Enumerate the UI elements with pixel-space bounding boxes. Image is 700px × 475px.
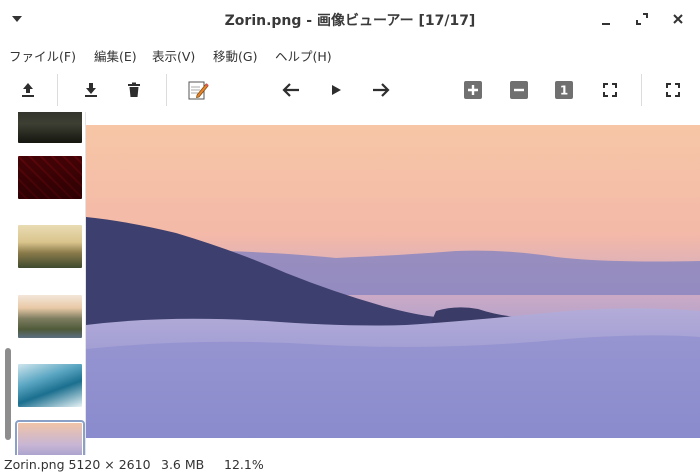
toolbar-separator	[57, 74, 58, 106]
download-icon	[85, 83, 97, 97]
thumbnail-strip[interactable]	[0, 112, 86, 455]
arrow-right-icon	[373, 83, 390, 97]
slideshow-button[interactable]	[324, 78, 348, 102]
fullscreen-button[interactable]	[661, 78, 685, 102]
status-filename-dims: Zorin.png 5120 × 2610	[4, 457, 151, 472]
edit-button[interactable]	[186, 78, 210, 102]
fit-icon	[603, 83, 617, 97]
thumbnail-dark-landscape[interactable]	[18, 112, 82, 143]
image-view[interactable]	[86, 125, 700, 438]
close-icon[interactable]	[670, 11, 686, 27]
zoom-in-icon	[464, 81, 482, 99]
zoom-in-button[interactable]	[461, 78, 485, 102]
toolbar: 1	[0, 68, 700, 112]
thumbnail-red-pattern[interactable]	[18, 156, 82, 199]
menu-go[interactable]: 移動(G)	[213, 46, 257, 65]
zoom-out-button[interactable]	[507, 78, 531, 102]
thumbnail-ocean-wave[interactable]	[18, 364, 82, 407]
play-icon	[332, 85, 341, 95]
zorin-image	[86, 125, 700, 438]
thumbnail-golden-hills[interactable]	[18, 225, 82, 268]
thumbnail-scrollbar[interactable]	[5, 348, 11, 440]
minimize-icon[interactable]	[598, 11, 614, 27]
thumbnail-coast-cliffs[interactable]	[18, 295, 82, 338]
previous-button[interactable]	[279, 78, 303, 102]
zoom-1-icon: 1	[555, 81, 573, 99]
menu-view[interactable]: 表示(V)	[152, 46, 195, 65]
zoom-out-icon	[510, 81, 528, 99]
status-bar: Zorin.png 5120 × 2610 3.6 MB 12.1%	[0, 455, 700, 475]
upload-icon	[22, 83, 34, 97]
zoom-1-button[interactable]: 1	[552, 78, 576, 102]
download-button[interactable]	[79, 78, 103, 102]
delete-button[interactable]	[122, 78, 146, 102]
toolbar-separator	[641, 74, 642, 106]
title-bar: Zorin.png - 画像ビューアー [17/17]	[0, 0, 700, 38]
trash-icon	[128, 82, 140, 97]
fit-button[interactable]	[598, 78, 622, 102]
status-zoom: 12.1%	[224, 457, 264, 472]
status-size: 3.6 MB	[161, 457, 205, 472]
menu-file[interactable]: ファイル(F)	[9, 46, 76, 65]
next-button[interactable]	[369, 78, 393, 102]
upload-button[interactable]	[16, 78, 40, 102]
edit-icon	[188, 81, 209, 100]
zoom-1-label: 1	[560, 84, 568, 98]
maximize-icon[interactable]	[634, 11, 650, 27]
image-view-margin	[86, 438, 700, 455]
window-title: Zorin.png - 画像ビューアー [17/17]	[224, 13, 476, 29]
fullscreen-icon	[666, 83, 680, 97]
menu-edit[interactable]: 編集(E)	[94, 46, 137, 65]
thumbnail-zorin[interactable]	[15, 420, 85, 455]
toolbar-separator	[166, 74, 167, 106]
menu-help[interactable]: ヘルプ(H)	[275, 46, 332, 65]
menu-bar: ファイル(F) 編集(E) 表示(V) 移動(G) ヘルプ(H)	[0, 38, 700, 68]
arrow-left-icon	[282, 83, 299, 97]
